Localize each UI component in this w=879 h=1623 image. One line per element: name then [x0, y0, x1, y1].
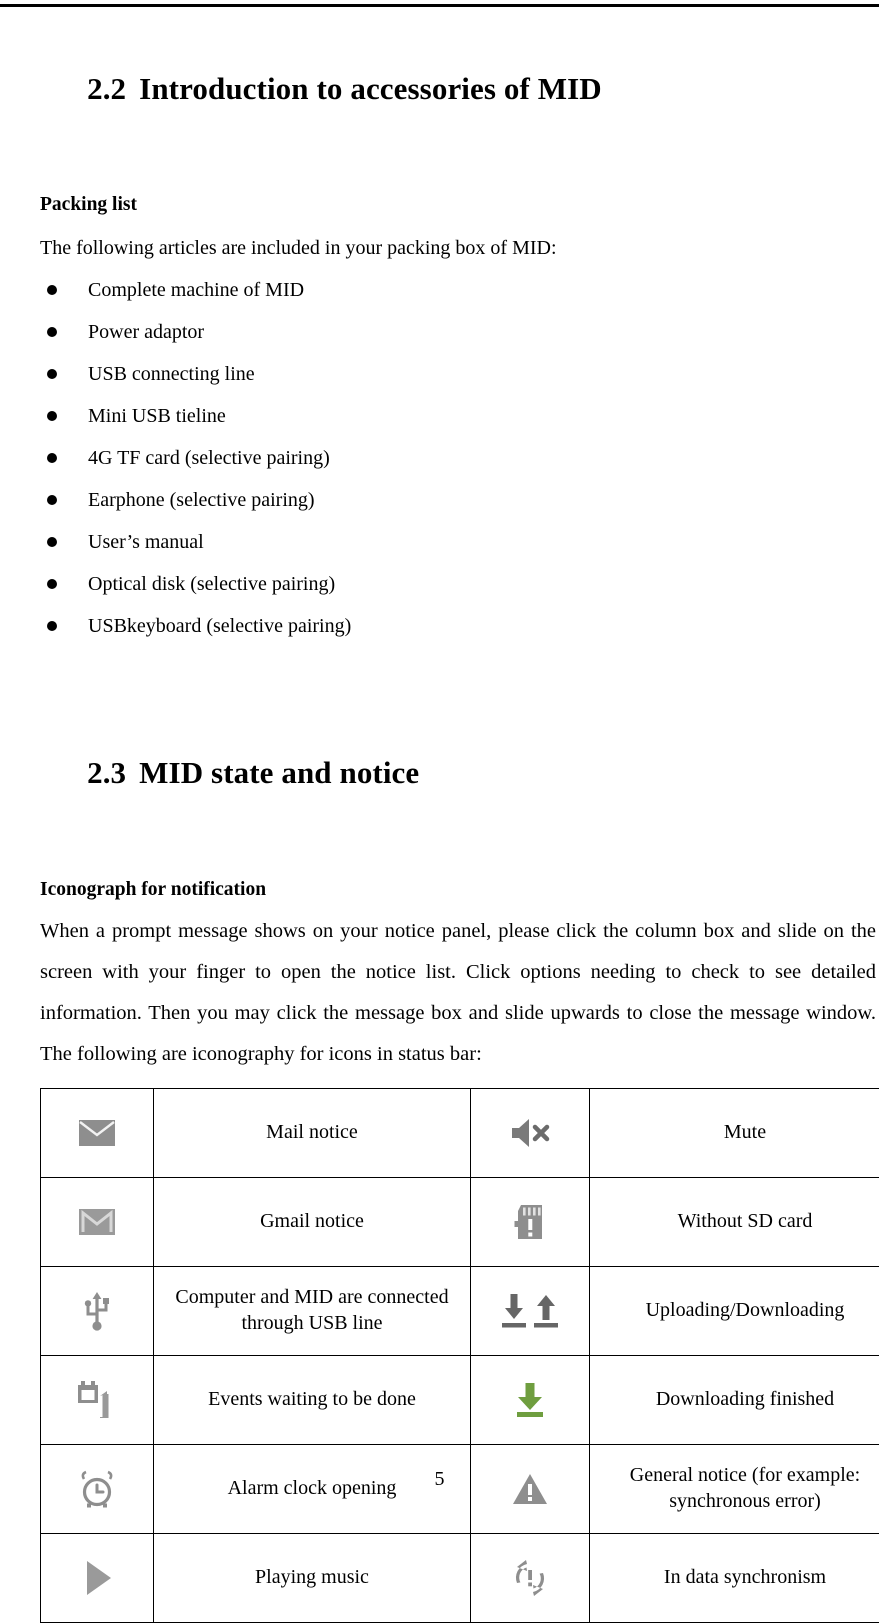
section-number-2-2: 2.2 [87, 71, 126, 106]
list-item-label: USBkeyboard (selective pairing) [88, 615, 351, 637]
list-item: Complete machine of MID [40, 269, 878, 311]
table-cell-label: Mute [590, 1088, 879, 1177]
list-item-label: Optical disk (selective pairing) [88, 573, 335, 595]
upload-download-arrows-icon [471, 1266, 590, 1355]
section-heading-2-3: 2.3 MID state and notice [40, 719, 878, 829]
list-item: 4G TF card (selective pairing) [40, 437, 878, 479]
play-music-icon [41, 1533, 154, 1622]
list-item-label: Earphone (selective pairing) [88, 489, 315, 511]
bullet-icon [47, 621, 57, 631]
list-item-label: Complete machine of MID [88, 279, 304, 301]
section-title-2-2: Introduction to accessories of MID [139, 71, 602, 106]
table-cell-label: Events waiting to be done [154, 1355, 471, 1444]
bullet-icon [47, 495, 57, 505]
data-sync-icon [471, 1533, 590, 1622]
bullet-icon [47, 453, 57, 463]
bullet-icon [47, 579, 57, 589]
table-cell-label: Mail notice [154, 1088, 471, 1177]
table-row: Events waiting to be done Downloading fi… [41, 1355, 879, 1444]
list-item: Optical disk (selective pairing) [40, 563, 878, 605]
bullet-icon [47, 327, 57, 337]
list-item-label: Power adaptor [88, 321, 204, 343]
section-title-2-3: MID state and notice [139, 755, 419, 790]
list-item-label: USB connecting line [88, 363, 255, 385]
table-row: Computer and MID are connected through U… [41, 1266, 879, 1355]
list-item-label: 4G TF card (selective pairing) [88, 447, 330, 469]
sd-card-missing-icon [471, 1177, 590, 1266]
page-number: 5 [0, 1468, 879, 1491]
speaker-mute-icon [471, 1088, 590, 1177]
bullet-icon [47, 411, 57, 421]
table-row: Gmail notice [41, 1177, 879, 1266]
mail-envelope-icon [41, 1088, 154, 1177]
bullet-icon [47, 369, 57, 379]
list-item: Mini USB tieline [40, 395, 878, 437]
list-item-label: User’s manual [88, 531, 204, 553]
packing-list: Complete machine of MID Power adaptor US… [40, 269, 878, 647]
table-cell-label: Playing music [154, 1533, 471, 1622]
list-item: Power adaptor [40, 311, 878, 353]
list-item: Earphone (selective pairing) [40, 479, 878, 521]
sub-heading-iconograph: Iconograph for notification [40, 878, 878, 901]
document-page: 2.2 Introduction to accessories of MID Pa… [0, 0, 879, 1508]
section-heading-2-2: 2.2 Introduction to accessories of MID [40, 34, 878, 144]
bullet-icon [47, 537, 57, 547]
table-cell-label: Uploading/Downloading [590, 1266, 879, 1355]
usb-icon [41, 1266, 154, 1355]
table-cell-label: In data synchronism [590, 1533, 879, 1622]
table-row: Mail notice Mute [41, 1088, 879, 1177]
list-item: USB connecting line [40, 353, 878, 395]
table-cell-label: Computer and MID are connected through U… [154, 1266, 471, 1355]
header-rule [0, 4, 879, 7]
table-cell-label: Gmail notice [154, 1177, 471, 1266]
section-number-2-3: 2.3 [87, 755, 126, 790]
packing-intro-text: The following articles are included in y… [40, 236, 878, 260]
download-complete-icon [471, 1355, 590, 1444]
sub-heading-packing-list: Packing list [40, 193, 878, 216]
calendar-event-icon [41, 1355, 154, 1444]
list-item: USBkeyboard (selective pairing) [40, 605, 878, 647]
table-cell-label: Downloading finished [590, 1355, 879, 1444]
list-item-label: Mini USB tieline [88, 405, 226, 427]
list-item: User’s manual [40, 521, 878, 563]
gmail-envelope-icon [41, 1177, 154, 1266]
table-cell-label: Without SD card [590, 1177, 879, 1266]
status-bar-icon-table: Mail notice Mute [40, 1088, 879, 1623]
bullet-icon [47, 285, 57, 295]
iconograph-paragraph: When a prompt message shows on your noti… [40, 911, 876, 1075]
page-content: 2.2 Introduction to accessories of MID Pa… [40, 24, 878, 1623]
table-row: Playing music In data synchronism [41, 1533, 879, 1622]
